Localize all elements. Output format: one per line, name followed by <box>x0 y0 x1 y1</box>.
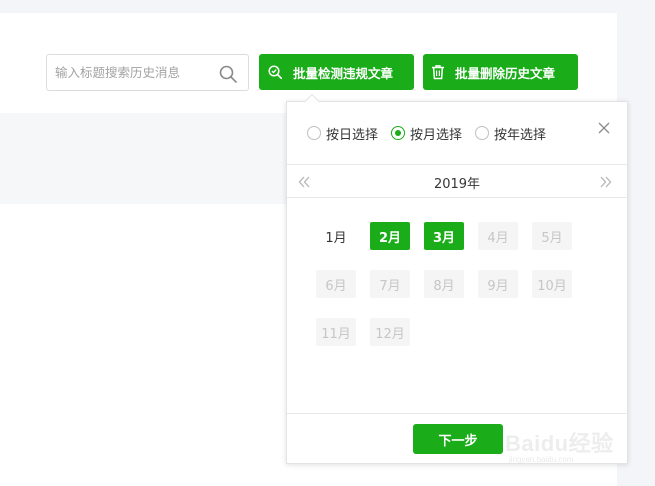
batch-detect-label: 批量检测违规文章 <box>293 65 394 81</box>
radio-circle <box>307 126 321 140</box>
date-picker-popup: 按日选择 按月选择 按年选择 2019年 1月 2月 3月 4月 5月 6月 7月 8月 9月 1… <box>286 93 628 464</box>
month-cell: 12月 <box>370 318 410 346</box>
month-cell: 9月 <box>478 270 518 298</box>
mode-by-year-radio[interactable]: 按年选择 <box>475 124 546 143</box>
divider <box>287 413 627 414</box>
divider <box>287 164 627 165</box>
month-cell: 6月 <box>316 270 356 298</box>
month-cell: 4月 <box>478 222 518 250</box>
close-icon[interactable] <box>597 121 611 135</box>
month-cell: 5月 <box>532 222 572 250</box>
month-cell[interactable]: 2月 <box>370 222 410 250</box>
batch-detect-button[interactable]: 批量检测违规文章 <box>259 54 414 90</box>
mode-by-month-label: 按月选择 <box>410 127 463 143</box>
batch-delete-button[interactable]: 批量删除历史文章 <box>423 54 578 90</box>
month-cell[interactable]: 1月 <box>316 222 356 250</box>
month-cell: 7月 <box>370 270 410 298</box>
search-box[interactable] <box>46 54 249 91</box>
divider <box>287 197 627 198</box>
mode-by-year-label: 按年选择 <box>494 127 547 143</box>
trash-icon <box>432 65 444 80</box>
search-input[interactable] <box>55 55 215 90</box>
month-cell: 10月 <box>532 270 572 298</box>
mode-by-day-label: 按日选择 <box>326 127 379 143</box>
radio-circle <box>475 126 490 140</box>
radio-circle-checked <box>391 126 406 140</box>
mode-by-month-radio[interactable]: 按月选择 <box>391 124 462 143</box>
picker-mode-group: 按日选择 按月选择 按年选择 <box>307 124 559 143</box>
search-icon[interactable] <box>218 64 238 84</box>
month-cell: 8月 <box>424 270 464 298</box>
batch-delete-label: 批量删除历史文章 <box>455 65 556 81</box>
scan-magnify-icon <box>268 65 283 80</box>
month-cell[interactable]: 3月 <box>424 222 464 250</box>
month-cell: 11月 <box>316 318 356 346</box>
next-step-button[interactable]: 下一步 <box>413 424 503 454</box>
double-chevron-right-icon[interactable] <box>598 174 614 190</box>
mode-by-day-radio[interactable]: 按日选择 <box>307 124 378 143</box>
year-label: 2019年 <box>433 177 481 192</box>
